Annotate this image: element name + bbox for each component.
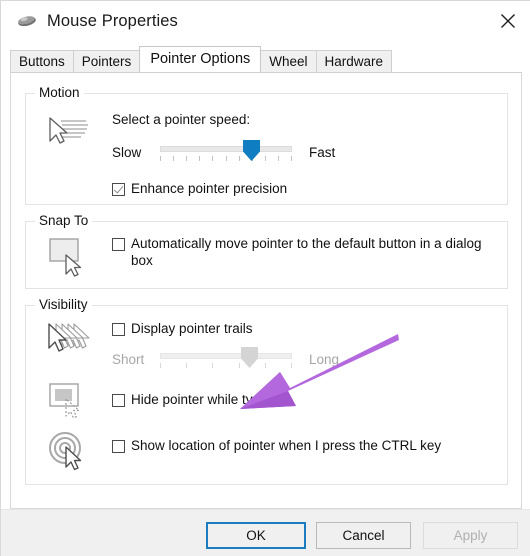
mouse-icon [16,10,38,32]
motion-group: Motion Select a pointer speed: Slow Fast… [25,85,508,205]
trails-slider-min-label: Short [112,352,145,367]
mouse-properties-window: Mouse Properties Buttons Pointers Pointe… [0,0,530,556]
pointer-speed-slider[interactable] [160,140,292,162]
hide-pointer-while-typing-label: Hide pointer while typing [131,392,279,407]
close-icon[interactable] [485,1,530,41]
motion-group-title: Motion [35,85,84,100]
slider-tick [265,156,266,161]
slider-tick [199,156,200,161]
slider-ticks [160,156,292,163]
visibility-group: Visibility Display pointer trails Short … [25,297,508,485]
slider-tick [278,156,279,161]
slider-tick [291,363,292,368]
slider-max-label: Fast [309,145,336,160]
auto-move-pointer-checkbox[interactable] [112,238,125,251]
slider-tick [173,156,174,161]
tab-hardware[interactable]: Hardware [315,50,393,72]
pointer-speed-icon [44,114,92,155]
snap-to-group-title: Snap To [35,213,93,228]
display-pointer-trails-label: Display pointer trails [131,321,253,336]
slider-track [160,146,292,152]
window-title: Mouse Properties [47,11,178,30]
display-pointer-trails-checkbox[interactable] [112,323,125,336]
title-bar: Mouse Properties [1,1,530,41]
slider-tick [239,156,240,161]
slider-tick [265,363,266,368]
show-pointer-location-row[interactable]: Show location of pointer when I press th… [112,438,441,455]
show-pointer-location-label: Show location of pointer when I press th… [131,438,442,453]
enhance-pointer-precision-row[interactable]: Enhance pointer precision [112,181,287,198]
hide-pointer-while-typing-row[interactable]: Hide pointer while typing [112,392,278,409]
tab-wheel[interactable]: Wheel [260,50,317,72]
tab-pointers[interactable]: Pointers [72,50,141,72]
ok-button[interactable]: OK [206,522,306,549]
apply-button: Apply [423,522,518,549]
auto-move-pointer-label: Automatically move pointer to the defaul… [131,236,482,268]
slider-tick [239,363,240,368]
pointer-speed-label: Select a pointer speed: [112,112,251,127]
slider-tick [186,156,187,161]
slider-tick [212,363,213,368]
slider-tick [291,156,292,161]
cancel-button[interactable]: Cancel [316,522,411,549]
tab-pointer-options[interactable]: Pointer Options [139,46,262,72]
slider-tick [226,156,227,161]
enhance-pointer-precision-label: Enhance pointer precision [131,181,288,196]
show-pointer-location-icon [46,430,92,479]
snap-to-group: Snap To Automatically move pointer to th… [25,213,508,289]
hide-pointer-while-typing-checkbox[interactable] [112,394,125,407]
slider-min-label: Slow [112,145,142,160]
pointer-trails-slider [160,347,292,369]
dialog-button-bar: OK Cancel Apply [1,509,530,556]
pointer-options-panel: Motion Select a pointer speed: Slow Fast… [10,72,522,509]
trails-slider-ticks [160,363,292,370]
trails-slider-max-label: Long [309,352,340,367]
slider-tick [160,363,161,368]
tab-strip: Buttons Pointers Pointer Options Wheel H… [10,46,522,72]
pointer-trails-icon [44,322,96,365]
slider-tick [160,156,161,161]
auto-move-pointer-row[interactable]: Automatically move pointer to the defaul… [112,236,487,269]
show-pointer-location-checkbox[interactable] [112,440,125,453]
slider-tick [212,156,213,161]
slider-tick [186,363,187,368]
snap-to-default-button-icon [48,237,90,282]
trails-slider-track [160,353,292,359]
visibility-group-title: Visibility [35,297,92,312]
enhance-pointer-precision-checkbox[interactable] [112,183,125,196]
hide-pointer-while-typing-icon [48,382,92,431]
display-pointer-trails-row[interactable]: Display pointer trails [112,321,253,338]
tab-buttons[interactable]: Buttons [10,50,74,72]
